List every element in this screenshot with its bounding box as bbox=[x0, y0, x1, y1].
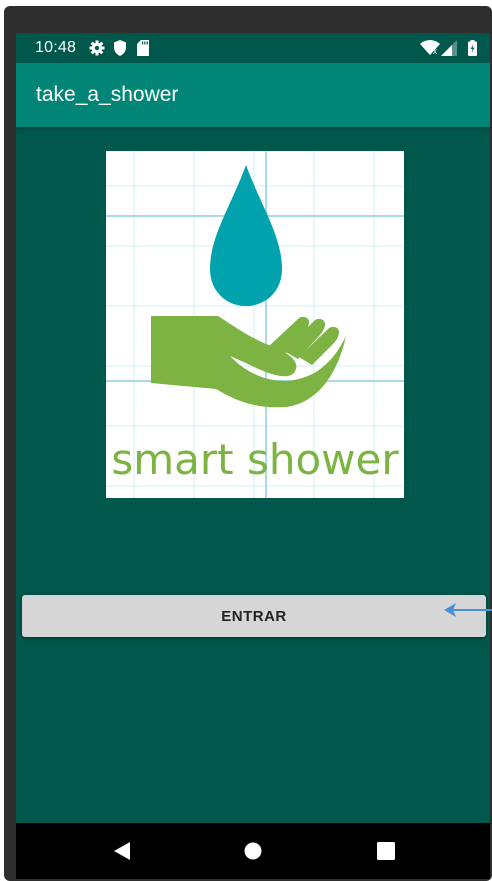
sd-card-icon bbox=[137, 40, 149, 56]
app-bar: take_a_shower bbox=[16, 63, 490, 127]
battery-icon bbox=[468, 40, 477, 56]
recents-icon[interactable] bbox=[377, 842, 395, 860]
wifi-icon: x bbox=[420, 40, 440, 56]
back-icon[interactable] bbox=[113, 841, 131, 861]
shield-icon bbox=[114, 40, 126, 56]
status-icons-right: x bbox=[420, 40, 480, 56]
phone-screen: 10:48 x take_a_shower smart shower ENTRA… bbox=[16, 33, 490, 879]
logo-text: smart shower bbox=[111, 435, 399, 484]
app-title: take_a_shower bbox=[36, 83, 179, 106]
signal-icon bbox=[441, 40, 457, 56]
enter-button[interactable]: ENTRAR bbox=[22, 595, 486, 637]
annotation-arrow-icon bbox=[444, 603, 492, 617]
smart-shower-logo: smart shower bbox=[106, 151, 404, 498]
status-bar: 10:48 x bbox=[16, 33, 490, 63]
gear-icon bbox=[89, 40, 105, 56]
home-icon[interactable] bbox=[244, 842, 262, 860]
navigation-bar bbox=[16, 823, 490, 879]
device-frame: 10:48 x take_a_shower smart shower ENTRA… bbox=[4, 6, 492, 881]
hand-icon bbox=[151, 316, 346, 408]
svg-text:x: x bbox=[433, 47, 437, 56]
status-time: 10:48 bbox=[35, 39, 77, 56]
